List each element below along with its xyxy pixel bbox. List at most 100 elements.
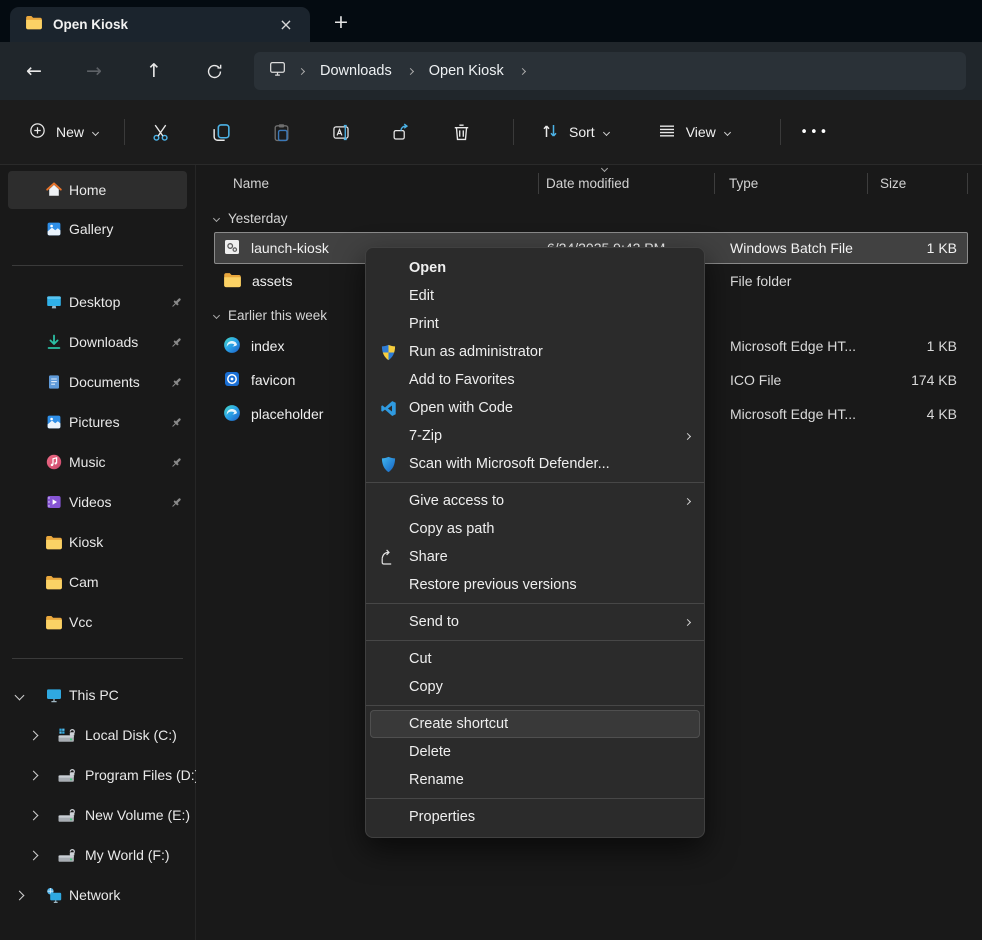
chevron-down-icon (92, 128, 99, 135)
menu-item-give-access-to[interactable]: Give access to (366, 487, 704, 515)
menu-item-delete[interactable]: Delete (366, 738, 704, 766)
context-menu: Open Edit Print Run as administrator Add… (365, 247, 705, 838)
sidebar-item-home[interactable]: Home (8, 171, 187, 209)
view-button[interactable]: View (645, 113, 742, 152)
sidebar-item-documents[interactable]: Documents (0, 362, 195, 402)
explorer-tab[interactable]: Open Kiosk × (10, 7, 310, 42)
drive-icon (57, 806, 77, 824)
rename-button[interactable] (319, 113, 363, 151)
chevron-down-icon[interactable] (213, 214, 220, 221)
menu-item-copy[interactable]: Copy (366, 673, 704, 701)
sort-button[interactable]: Sort (528, 113, 621, 152)
forward-button[interactable]: → (74, 52, 114, 90)
delete-button[interactable] (439, 113, 483, 151)
menu-item-edit[interactable]: Edit (366, 282, 704, 310)
breadcrumb-open-kiosk[interactable]: Open Kiosk (425, 60, 508, 82)
menu-item-open-with-code[interactable]: Open with Code (366, 394, 704, 422)
menu-item-share[interactable]: Share (366, 543, 704, 571)
sidebar-item-cam[interactable]: Cam (0, 562, 195, 602)
sidebar-item-local-disk-c[interactable]: Local Disk (C:) (0, 715, 195, 755)
new-tab-button[interactable]: + (328, 9, 354, 35)
menu-item-rename[interactable]: Rename (366, 766, 704, 794)
sidebar-item-label: Videos (69, 494, 112, 510)
menu-item-print[interactable]: Print (366, 310, 704, 338)
edge-html-icon (223, 404, 241, 425)
menu-item-run-as-administrator[interactable]: Run as administrator (366, 338, 704, 366)
chevron-right-icon[interactable] (29, 770, 39, 780)
menu-item-label: Open with Code (409, 400, 513, 416)
sidebar-item-pictures[interactable]: Pictures (0, 402, 195, 442)
sidebar-item-new-volume-e[interactable]: New Volume (E:) (0, 795, 195, 835)
sidebar-item-gallery[interactable]: Gallery (0, 209, 195, 249)
share-button[interactable] (379, 113, 423, 151)
copy-button[interactable] (199, 113, 243, 151)
chevron-right-icon[interactable] (15, 890, 25, 900)
sidebar-item-network[interactable]: Network (0, 875, 195, 915)
paste-button[interactable] (259, 113, 303, 151)
downloads-icon (45, 333, 63, 351)
chevron-down-icon[interactable] (213, 311, 220, 318)
file-name: index (251, 338, 284, 354)
chevron-right-icon[interactable] (29, 810, 39, 820)
menu-item-create-shortcut[interactable]: Create shortcut (370, 710, 700, 738)
refresh-button[interactable] (194, 52, 234, 90)
column-header-name[interactable]: Name (233, 176, 538, 191)
sidebar-item-program-files-d[interactable]: Program Files (D:) (0, 755, 195, 795)
chevron-right-icon[interactable] (29, 850, 39, 860)
menu-item-label: Create shortcut (409, 716, 508, 732)
menu-item-label: Properties (409, 809, 475, 825)
sidebar-item-label: Vcc (69, 614, 92, 630)
menu-item-restore-previous-versions[interactable]: Restore previous versions (366, 571, 704, 599)
sidebar-item-videos[interactable]: Videos (0, 482, 195, 522)
group-header-yesterday[interactable]: Yesterday (214, 204, 968, 232)
cut-button[interactable] (139, 113, 183, 151)
file-name: placeholder (251, 406, 323, 422)
chevron-down-icon (603, 128, 610, 135)
new-button[interactable]: New (16, 113, 110, 151)
sidebar-item-my-world-f[interactable]: My World (F:) (0, 835, 195, 875)
menu-item-scan-with-defender[interactable]: Scan with Microsoft Defender... (366, 450, 704, 478)
more-options-button[interactable]: ••• (795, 113, 835, 151)
sidebar-item-desktop[interactable]: Desktop (0, 282, 195, 322)
sidebar-item-downloads[interactable]: Downloads (0, 322, 195, 362)
menu-item-open[interactable]: Open (366, 254, 704, 282)
sidebar-item-kiosk[interactable]: Kiosk (0, 522, 195, 562)
menu-item-copy-as-path[interactable]: Copy as path (366, 515, 704, 543)
column-header-size[interactable]: Size (867, 176, 968, 191)
chevron-right-icon[interactable] (29, 730, 39, 740)
group-label: Earlier this week (228, 308, 327, 323)
menu-item-cut[interactable]: Cut (366, 645, 704, 673)
menu-item-send-to[interactable]: Send to (366, 608, 704, 636)
menu-item-properties[interactable]: Properties (366, 803, 704, 831)
column-divider[interactable] (867, 173, 868, 194)
file-size: 1 KB (927, 338, 967, 354)
address-bar[interactable]: Downloads Open Kiosk (254, 52, 966, 90)
menu-item-label: Run as administrator (409, 344, 543, 360)
share-icon (378, 547, 398, 567)
menu-item-add-to-favorites[interactable]: Add to Favorites (366, 366, 704, 394)
ico-file-icon (223, 370, 241, 391)
sidebar-item-music[interactable]: Music (0, 442, 195, 482)
chevron-down-icon[interactable] (15, 690, 25, 700)
column-header-type[interactable]: Type (714, 176, 867, 191)
menu-item-7-zip[interactable]: 7-Zip (366, 422, 704, 450)
column-divider[interactable] (538, 173, 539, 194)
column-header-date-modified[interactable]: Date modified (538, 176, 714, 191)
up-button[interactable]: ↑ (134, 52, 174, 90)
sidebar-item-vcc[interactable]: Vcc (0, 602, 195, 642)
column-divider[interactable] (714, 173, 715, 194)
music-icon (45, 453, 63, 471)
vscode-icon (378, 398, 398, 418)
menu-divider (366, 705, 704, 706)
tab-close-button[interactable]: × (274, 13, 298, 37)
sidebar-item-label: Downloads (69, 334, 138, 350)
plus-circle-icon (28, 121, 47, 143)
sidebar-item-this-pc[interactable]: This PC (0, 675, 195, 715)
sidebar-item-label: My World (F:) (85, 847, 170, 863)
sidebar-item-label: Cam (69, 574, 99, 590)
back-button[interactable]: ← (14, 52, 54, 90)
file-type: ICO File (715, 372, 868, 388)
breadcrumb-downloads[interactable]: Downloads (316, 60, 396, 82)
file-name: launch-kiosk (251, 240, 329, 256)
column-divider[interactable] (967, 173, 968, 194)
